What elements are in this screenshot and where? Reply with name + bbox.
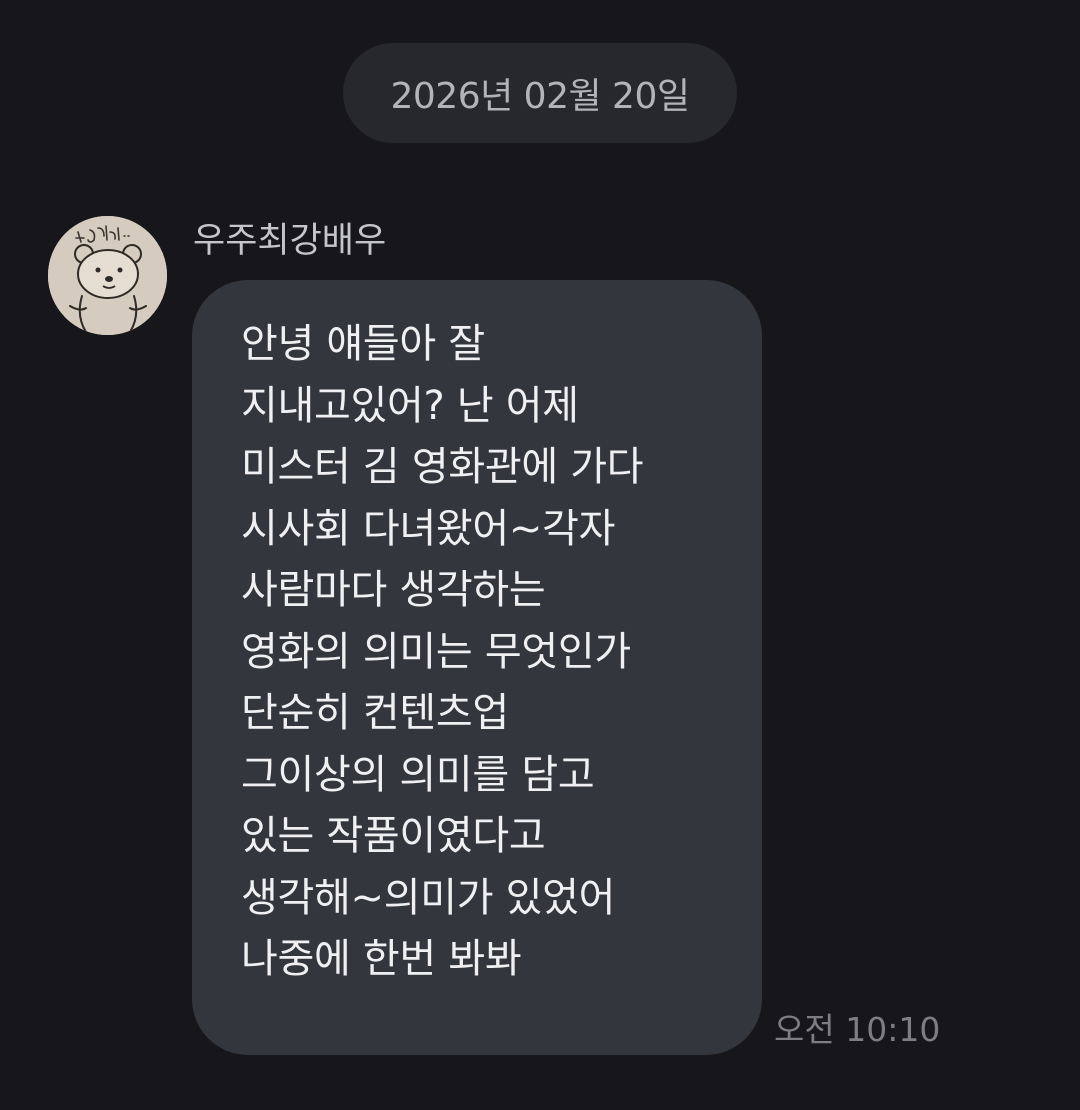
message-bubble[interactable]: 안녕 얘들아 잘 지내고있어? 난 어제 미스터 김 영화관에 가다 시사회 다…	[192, 280, 762, 1055]
message-line: 생각해~의미가 있었어	[241, 874, 616, 921]
message-timestamp: 오전 10:10	[774, 1010, 941, 1049]
sender-name: 우주최강배우	[193, 221, 387, 261]
message-line: 나중에 한번 봐봐	[241, 936, 522, 982]
sender-avatar[interactable]	[48, 216, 167, 335]
message-line: 미스터 김 영화관에 가다	[241, 444, 644, 490]
message-line: 단순히 컨텐츠업	[241, 690, 509, 736]
message-line: 지내고있어? 난 어제	[241, 382, 579, 429]
message-line: 사람마다 생각하는	[241, 567, 546, 613]
chat-screen: 2026년 02월 20일 우주최강배우 안녕 얘들아 잘 지내고있어? 난 어…	[0, 0, 1080, 1110]
message-line: 영화의 의미는 무엇인가	[241, 628, 631, 675]
message-line: 있는 작품이였다고	[241, 813, 546, 859]
message-line: 그이상의 의미를 담고	[241, 751, 595, 798]
message-line: 시사회 다녀왔어~각자	[241, 505, 616, 552]
bear-avatar-icon	[48, 216, 167, 335]
message-line: 안녕 얘들아 잘	[241, 321, 485, 367]
date-divider: 2026년 02월 20일	[343, 43, 737, 143]
